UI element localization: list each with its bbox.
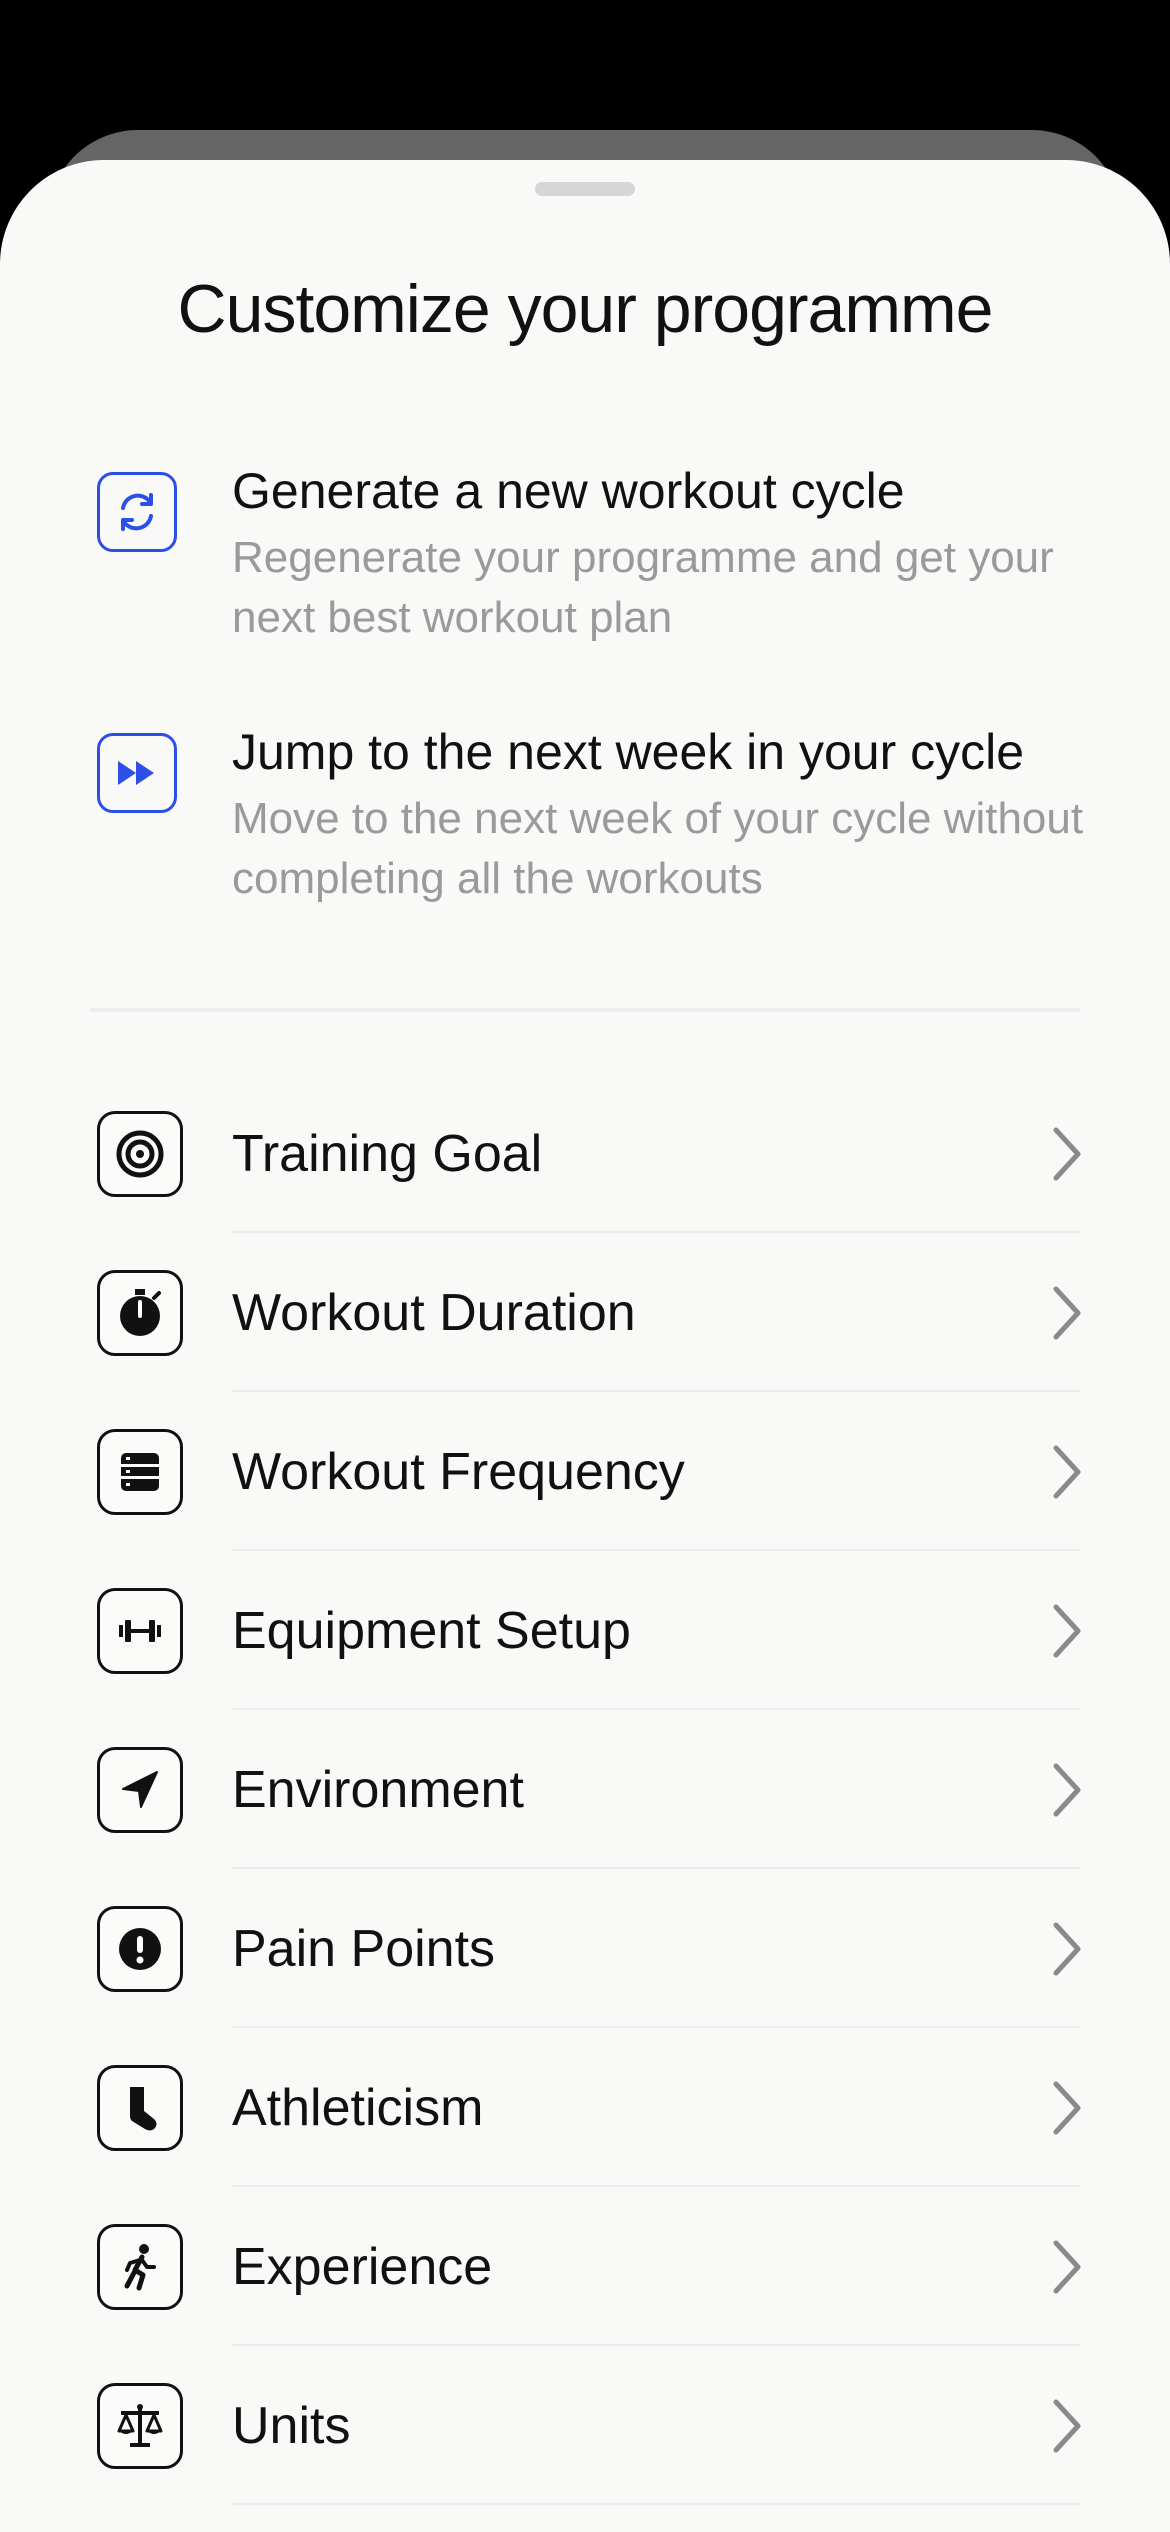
chevron-right-icon xyxy=(1053,1445,1081,1499)
setting-row-workout-duration[interactable]: Workout Duration xyxy=(0,1233,1170,1392)
setting-label: Pain Points xyxy=(232,1920,496,1978)
jump-next-week-description: Move to the next week of your cycle with… xyxy=(232,794,1084,903)
customize-sheet: Customize your programme Generate a new … xyxy=(0,160,1170,2532)
dumbbell-icon xyxy=(97,1588,183,1674)
generate-cycle-description: Regenerate your programme and get your n… xyxy=(232,533,1054,642)
setting-row-workout-frequency[interactable]: Workout Frequency xyxy=(0,1392,1170,1551)
sheet-grabber[interactable] xyxy=(535,182,635,196)
refresh-icon xyxy=(97,472,177,552)
setting-row-equipment-setup[interactable]: Equipment Setup xyxy=(0,1551,1170,1710)
chevron-right-icon xyxy=(1053,2081,1081,2135)
fast-forward-icon xyxy=(97,733,177,813)
chevron-right-icon xyxy=(1053,2399,1081,2453)
section-divider xyxy=(90,1008,1080,1012)
alert-icon xyxy=(97,1906,183,1992)
setting-row-pain-points[interactable]: Pain Points xyxy=(0,1869,1170,2028)
chevron-right-icon xyxy=(1053,1922,1081,1976)
setting-label: Environment xyxy=(232,1761,524,1819)
stopwatch-icon xyxy=(97,1270,183,1356)
scale-icon xyxy=(97,2383,183,2469)
jump-next-week-title: Jump to the next week in your cycle xyxy=(232,724,1025,780)
setting-row-training-goal[interactable]: Training Goal xyxy=(0,1074,1170,1233)
setting-label: Equipment Setup xyxy=(232,1602,631,1660)
setting-label: Experience xyxy=(232,2238,493,2296)
row-separator xyxy=(232,2503,1080,2505)
setting-label: Units xyxy=(232,2397,351,2455)
chevron-right-icon xyxy=(1053,1763,1081,1817)
chevron-right-icon xyxy=(1053,1286,1081,1340)
setting-label: Athleticism xyxy=(232,2079,484,2137)
setting-row-experience[interactable]: Experience xyxy=(0,2187,1170,2346)
setting-row-environment[interactable]: Environment xyxy=(0,1710,1170,1869)
sheet-title: Customize your programme xyxy=(177,271,994,347)
location-arrow-icon xyxy=(97,1747,183,1833)
running-person-icon xyxy=(97,2224,183,2310)
setting-label: Workout Duration xyxy=(232,1284,636,1342)
chevron-right-icon xyxy=(1053,1127,1081,1181)
target-icon xyxy=(97,1111,183,1197)
setting-label: Training Goal xyxy=(232,1125,543,1183)
setting-label: Workout Frequency xyxy=(232,1443,685,1501)
sock-icon xyxy=(97,2065,183,2151)
list-icon xyxy=(97,1429,183,1515)
generate-cycle-title: Generate a new workout cycle xyxy=(232,463,905,519)
setting-row-athleticism[interactable]: Athleticism xyxy=(0,2028,1170,2187)
chevron-right-icon xyxy=(1053,1604,1081,1658)
setting-row-units[interactable]: Units xyxy=(0,2346,1170,2505)
chevron-right-icon xyxy=(1053,2240,1081,2294)
